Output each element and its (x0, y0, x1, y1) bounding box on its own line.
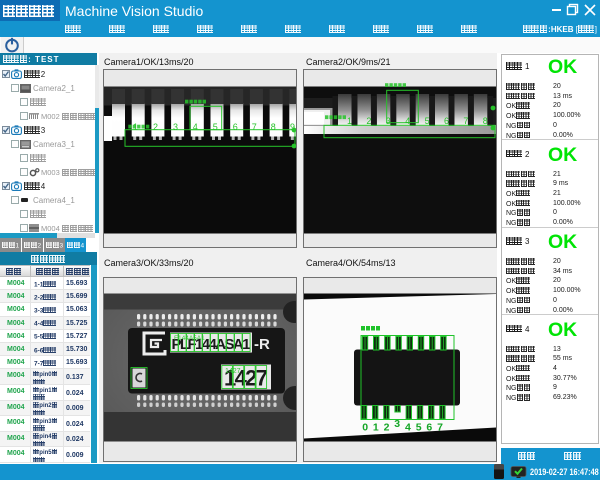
svg-text:F144A5A1: F144A5A1 (174, 335, 205, 342)
svg-text:1: 1 (347, 116, 352, 126)
svg-text:4: 4 (405, 421, 411, 433)
svg-text:8: 8 (483, 116, 488, 126)
svg-text:5: 5 (213, 122, 218, 132)
svg-text:7: 7 (437, 421, 443, 433)
svg-text:-R: -R (254, 336, 270, 353)
svg-text:6: 6 (233, 122, 238, 132)
svg-text:0: 0 (362, 421, 368, 433)
svg-text:2: 2 (384, 421, 390, 433)
svg-text:7: 7 (463, 116, 468, 126)
svg-text:3: 3 (386, 116, 391, 126)
svg-text:1: 1 (373, 421, 379, 433)
svg-text:2: 2 (366, 116, 371, 126)
svg-text:4: 4 (405, 116, 410, 126)
svg-text:1: 1 (133, 122, 138, 132)
svg-text:3: 3 (394, 418, 400, 430)
svg-text:4: 4 (193, 122, 198, 132)
svg-text:5: 5 (416, 421, 422, 433)
svg-text:3: 3 (173, 122, 178, 132)
svg-text:8: 8 (271, 122, 276, 132)
svg-text:5: 5 (425, 116, 430, 126)
svg-text:6: 6 (426, 421, 432, 433)
svg-text:7: 7 (252, 122, 257, 132)
svg-text:1427: 1427 (225, 368, 241, 375)
svg-text:6: 6 (444, 116, 449, 126)
svg-text:2: 2 (153, 122, 158, 132)
